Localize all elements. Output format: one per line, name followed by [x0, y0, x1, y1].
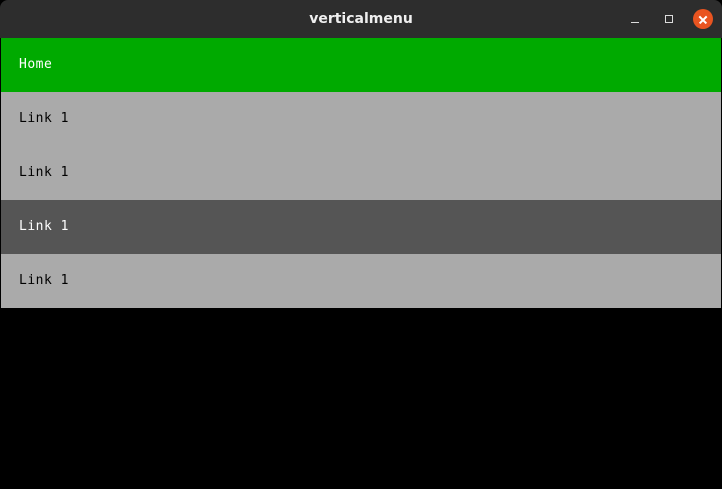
- menu-item-label: Link 1: [19, 273, 69, 288]
- window-title: verticalmenu: [309, 11, 413, 27]
- menu-item-label: Link 1: [19, 219, 69, 234]
- minimize-icon: [631, 22, 639, 23]
- minimize-button[interactable]: [625, 9, 645, 29]
- menu-item-link-1[interactable]: Link 1: [1, 146, 721, 200]
- menu-item-link-1[interactable]: Link 1: [1, 254, 721, 308]
- maximize-icon: [665, 15, 673, 23]
- app-window: verticalmenu Home Link 1 Link 1 Link 1 L…: [0, 0, 722, 489]
- menu-item-label: Link 1: [19, 111, 69, 126]
- menu-item-home[interactable]: Home: [1, 38, 721, 92]
- menu-item-label: Link 1: [19, 165, 69, 180]
- vertical-menu: Home Link 1 Link 1 Link 1 Link 1: [1, 38, 721, 308]
- title-bar[interactable]: verticalmenu: [0, 0, 722, 38]
- menu-item-label: Home: [19, 57, 53, 72]
- close-button[interactable]: [693, 9, 713, 29]
- menu-item-link-1[interactable]: Link 1: [1, 92, 721, 146]
- menu-item-link-1[interactable]: Link 1: [1, 200, 721, 254]
- maximize-button[interactable]: [659, 9, 679, 29]
